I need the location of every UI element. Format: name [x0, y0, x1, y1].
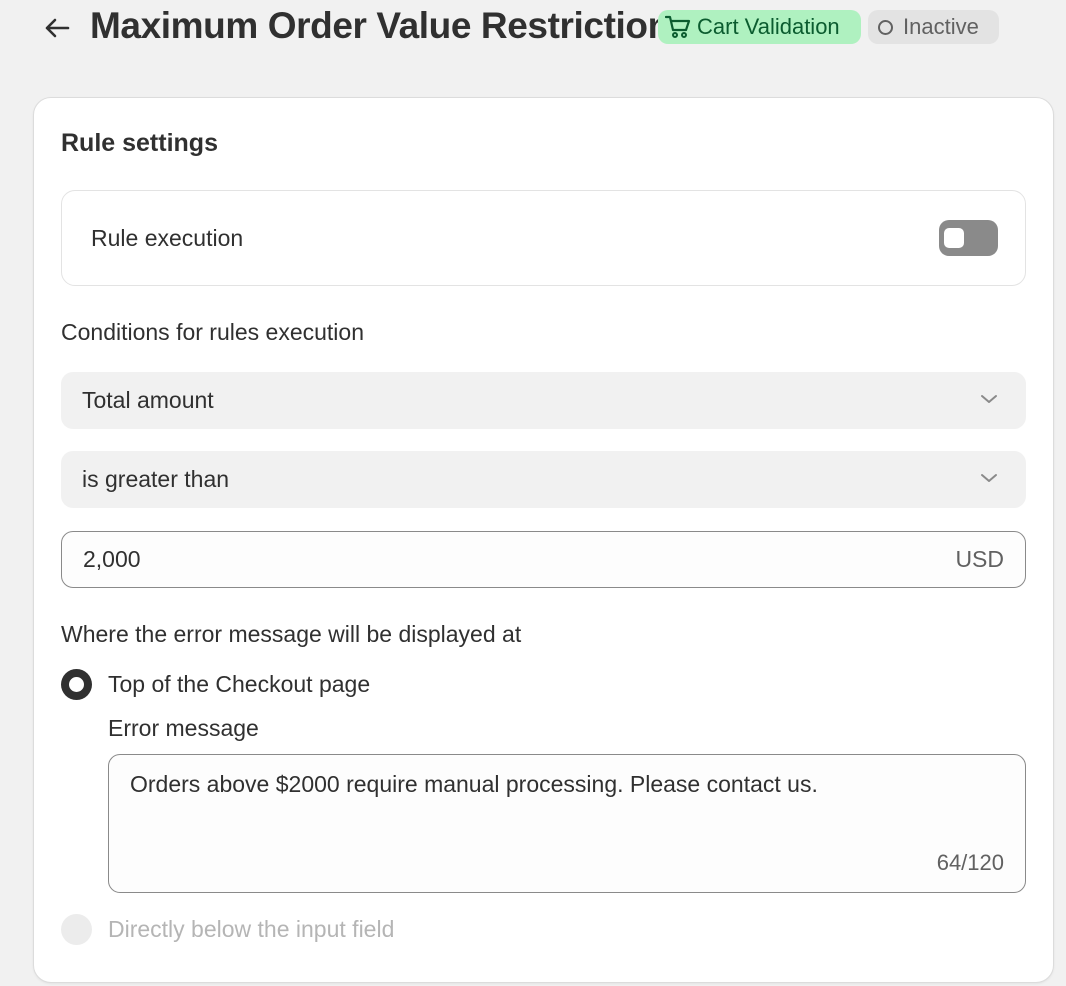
- error-message-label: Error message: [108, 715, 259, 741]
- radio-top-label: Top of the Checkout page: [108, 671, 371, 697]
- radio-unchecked-icon[interactable]: [61, 914, 92, 945]
- chevron-down-icon: [981, 395, 997, 403]
- category-badge: Cart Validation: [658, 10, 861, 44]
- radio-checked-icon[interactable]: [61, 669, 92, 700]
- arrow-left-icon: [45, 18, 70, 38]
- rule-settings-card: Rule settings Rule execution Conditions …: [33, 97, 1054, 983]
- amount-value: 2,000: [83, 546, 141, 572]
- radio-below-label: Directly below the input field: [108, 916, 395, 942]
- rule-execution-label: Rule execution: [91, 225, 244, 251]
- page-title: Maximum Order Value Restriction: [90, 5, 670, 46]
- error-message-textarea[interactable]: Orders above $2000 require manual proces…: [108, 754, 1026, 893]
- error-message-text: Orders above $2000 require manual proces…: [130, 771, 818, 797]
- display-location-label: Where the error message will be displaye…: [61, 621, 522, 647]
- character-counter: 64/120: [936, 850, 1004, 875]
- toggle-knob: [944, 228, 964, 248]
- cart-icon: [665, 15, 691, 38]
- page-header: Maximum Order Value Restriction Cart Val…: [0, 0, 1066, 56]
- back-button[interactable]: [40, 12, 74, 44]
- currency-suffix: USD: [955, 546, 1004, 572]
- status-badge-label: Inactive: [903, 14, 979, 39]
- status-badge: Inactive: [868, 10, 999, 44]
- condition-field-select[interactable]: Total amount: [61, 372, 1026, 429]
- conditions-label: Conditions for rules execution: [61, 319, 364, 345]
- chevron-down-icon: [981, 474, 997, 482]
- status-dot-icon: [878, 19, 893, 35]
- radio-below-input[interactable]: Directly below the input field: [61, 914, 394, 945]
- card-title: Rule settings: [61, 129, 218, 157]
- condition-operator-value: is greater than: [82, 466, 230, 492]
- condition-operator-select[interactable]: is greater than: [61, 451, 1026, 508]
- rule-execution-toggle[interactable]: [939, 220, 998, 256]
- category-badge-label: Cart Validation: [697, 14, 840, 39]
- radio-top-of-checkout[interactable]: Top of the Checkout page: [61, 669, 370, 700]
- rule-execution-box: Rule execution: [61, 190, 1026, 286]
- condition-field-value: Total amount: [82, 387, 214, 413]
- amount-input[interactable]: 2,000 USD: [61, 531, 1026, 588]
